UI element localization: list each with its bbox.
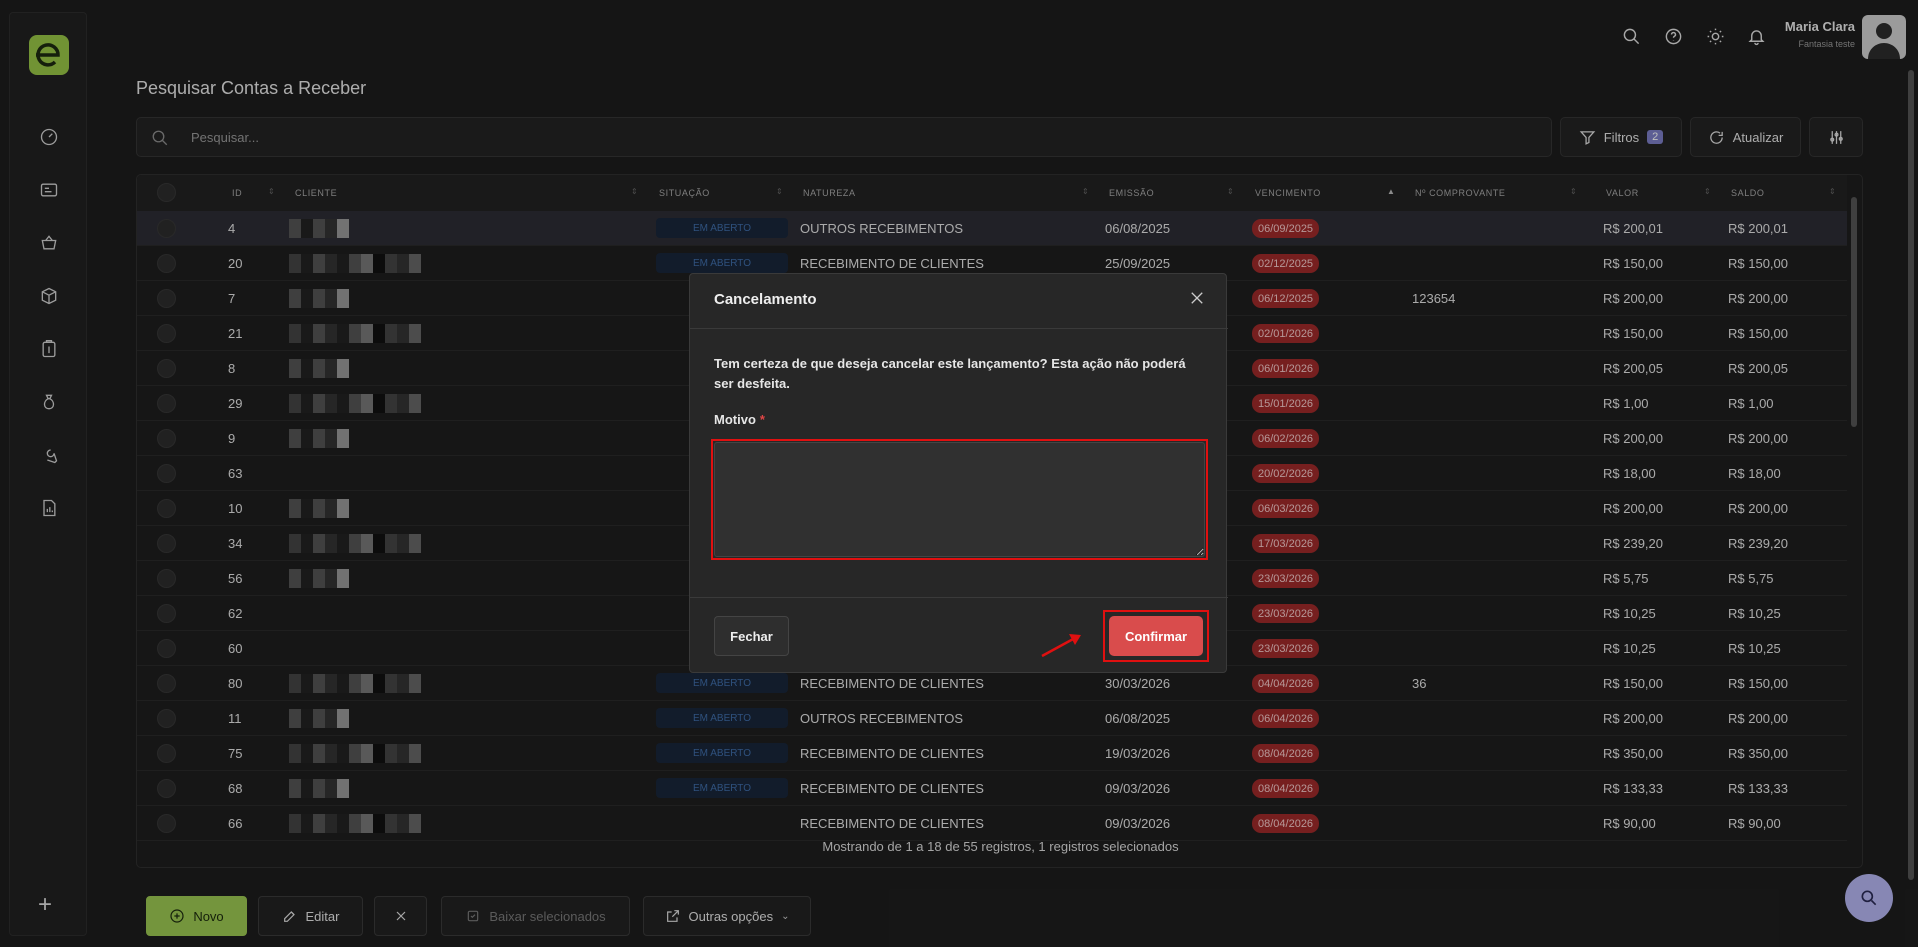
dialog-message: Tem certeza de que deseja cancelar este …	[714, 356, 1186, 391]
cancel-dialog: Cancelamento Tem certeza de que deseja c…	[689, 273, 1228, 673]
dialog-close-icon[interactable]	[1188, 289, 1208, 309]
motivo-textarea[interactable]	[714, 442, 1205, 557]
dialog-footer-divider	[690, 597, 1228, 598]
dialog-title: Cancelamento	[714, 291, 817, 308]
fechar-button[interactable]: Fechar	[714, 616, 789, 656]
pointer-arrow-icon	[1041, 634, 1081, 658]
app-root: + Maria Clara Fantasia teste Pesquisar C…	[0, 0, 1918, 947]
required-asterisk: *	[759, 412, 765, 427]
dialog-divider	[690, 328, 1228, 329]
confirmar-button[interactable]: Confirmar	[1109, 616, 1203, 656]
close-icon	[1191, 292, 1203, 304]
motivo-label-text: Motivo	[714, 412, 756, 427]
motivo-label: Motivo *	[714, 412, 765, 427]
